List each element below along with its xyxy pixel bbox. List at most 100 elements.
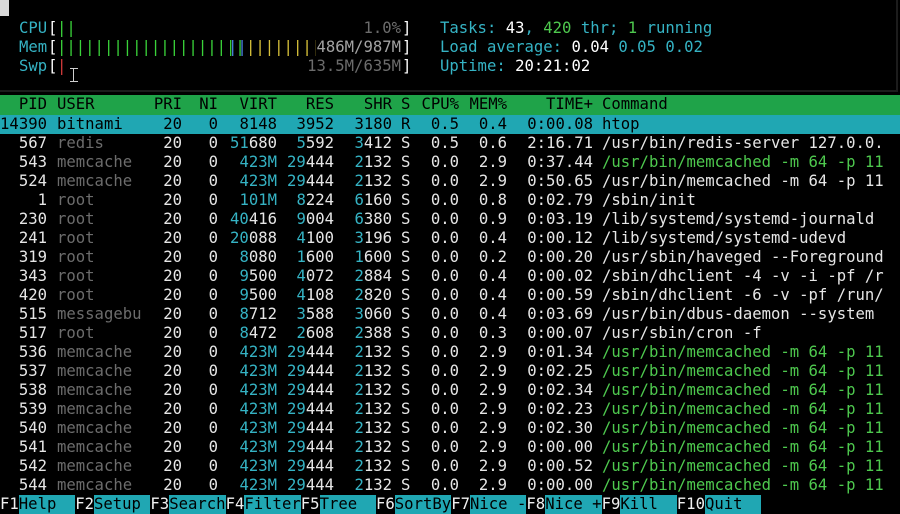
- cpu-cell: 0.0: [430, 419, 459, 437]
- res-cell: 29444: [287, 172, 334, 190]
- column-pri[interactable]: PRI: [140, 95, 182, 114]
- fkey-f6-number[interactable]: F6: [376, 495, 395, 514]
- fkey-f4-button[interactable]: Filter: [244, 495, 301, 514]
- fkey-f2-number[interactable]: F2: [75, 495, 94, 514]
- fkey-f5-number[interactable]: F5: [300, 495, 320, 514]
- process-row[interactable]: 14390 bitnami 20 0 8148 3952 3180 R 0.5 0.4 0:00.0…: [0, 115, 900, 134]
- fkey-f4-number[interactable]: F4: [225, 495, 245, 514]
- process-row[interactable]: 543 memcache 20 0 423M 29444 2132 S 0.0 2.9 0:37.4…: [0, 153, 900, 172]
- process-row[interactable]: 524 memcache 20 0 423M 29444 2132 S 0.0 2.9 0:50.6…: [0, 172, 900, 191]
- column-mem-percent[interactable]: MEM%: [464, 95, 507, 114]
- shr-cell: 1600: [354, 248, 392, 266]
- cpu-cell: 0.0: [430, 476, 459, 494]
- fkey-f9-button[interactable]: Kill: [620, 495, 677, 514]
- column-user[interactable]: USER: [57, 95, 95, 114]
- process-row[interactable]: 319 root 20 0 8080 1600 1600 S 0.0 0.2 0:00.20/usr…: [0, 248, 900, 267]
- res-cell: 4072: [296, 267, 334, 285]
- column-virt[interactable]: VIRT: [226, 95, 277, 114]
- column-cpu-percent[interactable]: CPU%: [416, 95, 459, 114]
- command-cell: /usr/bin/memcached -m 64 -p 11: [602, 457, 884, 475]
- pid-cell: 1: [37, 191, 47, 209]
- pri-cell: 20: [163, 381, 182, 399]
- virt-cell: 423M: [239, 476, 277, 494]
- user-cell: memcache: [57, 343, 133, 361]
- process-row[interactable]: 343 root 20 0 9500 4072 2884 S 0.0 0.4 0:00.02/sbi…: [0, 267, 900, 286]
- pri-cell: 20: [163, 191, 182, 209]
- command-cell: /usr/bin/memcached -m 64 -p 11: [602, 438, 884, 456]
- command-cell: /sbin/init: [602, 191, 696, 209]
- column-state[interactable]: S: [401, 95, 410, 114]
- virt-cell: 423M: [239, 362, 277, 380]
- state-cell: S: [401, 153, 411, 171]
- process-row[interactable]: 230 root 20 0 40416 9004 6380 S 0.0 0.9 0:03.19/li…: [0, 210, 900, 229]
- process-row[interactable]: 420 root 20 0 9500 4108 2820 S 0.0 0.4 0:00.59/sbi…: [0, 286, 900, 305]
- process-row[interactable]: 536 memcache 20 0 423M 29444 2132 S 0.0 2.9 0:01.3…: [0, 343, 900, 362]
- pid-cell: 517: [18, 324, 47, 342]
- pid-cell: 230: [18, 210, 47, 228]
- process-row[interactable]: 241 root 20 0 20088 4100 3196 S 0.0 0.4 0:00.12/li…: [0, 229, 900, 248]
- shr-cell: 2884: [354, 267, 392, 285]
- pri-cell: 20: [163, 286, 182, 304]
- shr-cell: 2820: [354, 286, 392, 304]
- virt-cell: 51680: [230, 134, 277, 152]
- res-cell: 8224: [296, 191, 334, 209]
- fkey-f7-button[interactable]: Nice -: [470, 495, 527, 514]
- res-cell: 5592: [296, 134, 334, 152]
- res-cell: 29444: [287, 476, 334, 494]
- process-row[interactable]: 542 memcache 20 0 423M 29444 2132 S 0.0 2.9 0:00.5…: [0, 457, 900, 476]
- process-row[interactable]: 539 memcache 20 0 423M 29444 2132 S 0.0 2.9 0:02.2…: [0, 400, 900, 419]
- column-res[interactable]: RES: [280, 95, 334, 114]
- mem-cell: 2.9: [478, 172, 507, 190]
- shr-cell: 2132: [354, 476, 392, 494]
- virt-cell: 423M: [239, 400, 277, 418]
- user-cell: memcache: [57, 400, 133, 418]
- process-row[interactable]: 517 root 20 0 8472 2608 2388 S 0.0 0.3 0:00.07/usr…: [0, 324, 900, 343]
- process-row[interactable]: 538 memcache 20 0 423M 29444 2132 S 0.0 2.9 0:02.3…: [0, 381, 900, 400]
- ni-cell: 0: [208, 457, 218, 475]
- shr-cell: 2132: [354, 400, 392, 418]
- user-cell: memcache: [57, 172, 133, 190]
- pid-cell: 541: [18, 438, 47, 456]
- fkey-f6-button[interactable]: SortBy: [394, 495, 452, 514]
- column-time[interactable]: TIME+: [510, 95, 593, 114]
- shr-cell: 3196: [354, 229, 392, 247]
- ni-cell: 0: [208, 400, 218, 418]
- process-row[interactable]: 544 memcache 20 0 423M 29444 2132 S 0.0 2.9 0:00.0…: [0, 476, 900, 495]
- pri-cell: 20: [163, 210, 182, 228]
- mem-cell: 2.9: [478, 457, 507, 475]
- fkey-f7-number[interactable]: F7: [451, 495, 470, 514]
- user-cell: memcache: [57, 362, 133, 380]
- cpu-cell: 0.0: [430, 210, 459, 228]
- virt-cell: 423M: [239, 419, 277, 437]
- state-cell: S: [401, 438, 411, 456]
- column-ni[interactable]: NI: [190, 95, 218, 114]
- fkey-f8-button[interactable]: Nice +: [545, 495, 602, 514]
- fkey-f5-button[interactable]: Tree: [319, 495, 376, 514]
- ni-cell: 0: [208, 419, 218, 437]
- fkey-f2-button[interactable]: Setup: [94, 495, 151, 514]
- column-pid[interactable]: PID: [0, 95, 47, 114]
- fkey-f10-button[interactable]: Quit: [705, 495, 762, 514]
- process-row[interactable]: 540 memcache 20 0 423M 29444 2132 S 0.0 2.9 0:02.3…: [0, 419, 900, 438]
- fkey-f3-button[interactable]: Search: [169, 495, 226, 514]
- command-cell: /usr/bin/memcached -m 64 -p 11: [602, 381, 884, 399]
- fkey-f10-number[interactable]: F10: [676, 495, 705, 514]
- fkey-f8-number[interactable]: F8: [526, 495, 546, 514]
- fkey-f1-number[interactable]: F1: [0, 495, 19, 514]
- user-cell: memcache: [57, 381, 133, 399]
- process-row[interactable]: 567 redis 20 0 51680 5592 3412 S 0.5 0.6 2:16.71/u…: [0, 134, 900, 153]
- pri-cell: 20: [163, 305, 182, 323]
- process-row[interactable]: 1 root 20 0 101M 8224 6160 S 0.0 0.8 0:02.79/sbin/…: [0, 191, 900, 210]
- column-command[interactable]: Command: [602, 95, 668, 114]
- fkey-f3-number[interactable]: F3: [150, 495, 170, 514]
- fkey-f1-button[interactable]: Help: [18, 495, 76, 514]
- process-row[interactable]: 515 messagebu 20 0 8712 3588 3060 S 0.0 0.4 0:03.6…: [0, 305, 900, 324]
- fkey-f9-number[interactable]: F9: [601, 495, 621, 514]
- threads-label: thr;: [571, 19, 628, 37]
- column-shr[interactable]: SHR: [342, 95, 392, 114]
- shr-cell: 2132: [354, 343, 392, 361]
- process-row[interactable]: 537 memcache 20 0 423M 29444 2132 S 0.0 2.9 0:02.2…: [0, 362, 900, 381]
- process-row[interactable]: 541 memcache 20 0 423M 29444 2132 S 0.0 2.9 0:00.0…: [0, 438, 900, 457]
- shr-cell: 2132: [354, 172, 392, 190]
- virt-cell: 40416: [230, 210, 277, 228]
